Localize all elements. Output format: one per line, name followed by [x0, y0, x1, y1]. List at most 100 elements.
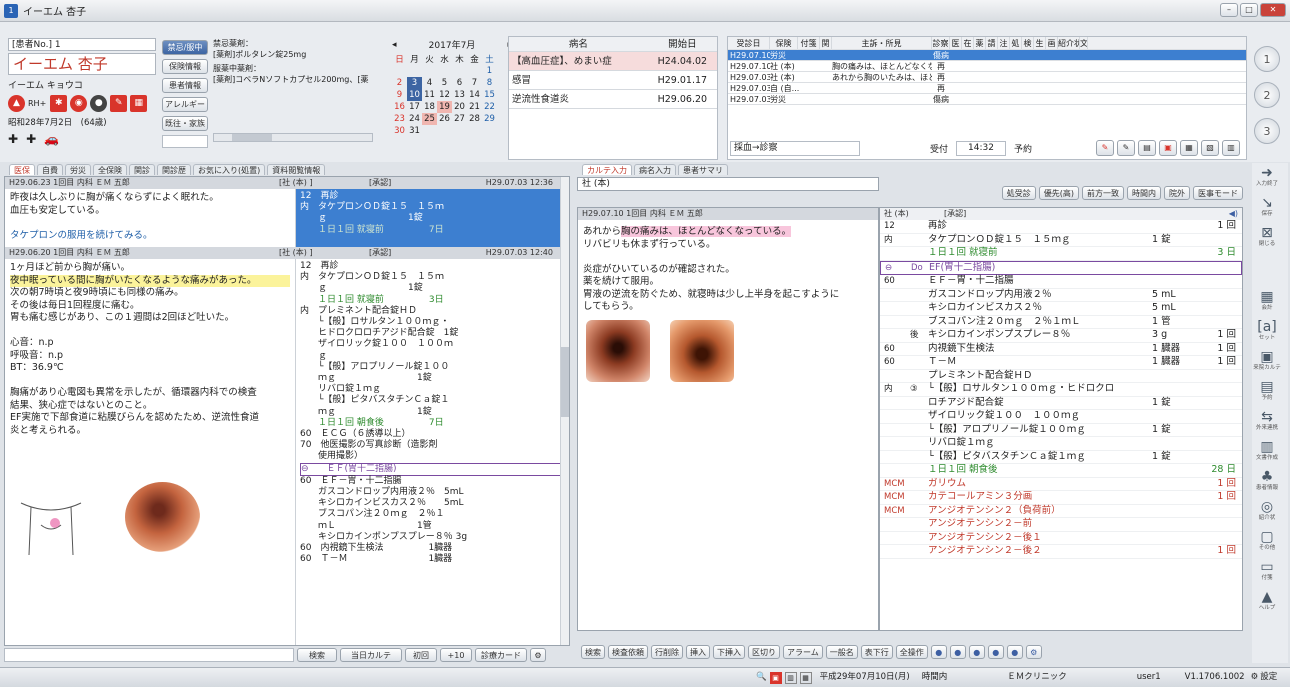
calendar-day[interactable]: 27: [452, 113, 467, 125]
visit-header-cell[interactable]: 画: [1046, 37, 1058, 49]
order-row[interactable]: プレミネント配合錠ＨＤ: [880, 370, 1242, 383]
order-row[interactable]: MCM ガリウム 1 回: [880, 478, 1242, 491]
card-button[interactable]: 診療カード: [475, 648, 527, 662]
order-toolbar-button[interactable]: 優先(高): [1038, 186, 1079, 200]
visit-row[interactable]: H29.07.03社 (本) あれから胸のいたみは、ほとんど... 再: [728, 72, 1246, 83]
diagnosis-row[interactable]: 逆流性食道炎 H29.06.20: [509, 90, 717, 109]
visit-header-cell[interactable]: 処: [1010, 37, 1022, 49]
order-row[interactable]: ザイロリック錠１００ １００ｍｇ: [880, 410, 1242, 424]
visit-header-cell[interactable]: 注: [998, 37, 1010, 49]
print-icon[interactable]: ▥: [1222, 140, 1240, 156]
sidebar-button[interactable]: ▤ 予約: [1252, 379, 1282, 407]
calendar-day[interactable]: 15: [482, 89, 497, 101]
chart-toolbar-button[interactable]: 挿入: [686, 645, 710, 659]
calendar-day[interactable]: 7: [467, 77, 482, 89]
history-tab[interactable]: 関診: [129, 164, 155, 175]
calendar-day[interactable]: 3: [407, 77, 422, 89]
visit-row[interactable]: H29.07.03 労災 傷病: [728, 94, 1246, 105]
calendar-icon[interactable]: ▦: [130, 95, 148, 112]
minimize-button[interactable]: –: [1220, 3, 1238, 17]
status-search-icon[interactable]: 🔍: [756, 668, 767, 687]
order-row[interactable]: ⊖ Do EF(胃十二指腸): [880, 260, 1242, 275]
maximize-button[interactable]: □: [1240, 3, 1258, 17]
patient-memo-field[interactable]: [162, 135, 208, 148]
order-row[interactable]: １日１回 朝食後 28 日: [880, 464, 1242, 478]
chart-toolbar-button[interactable]: 全操作: [895, 645, 928, 659]
status-grid-icon[interactable]: ▦: [799, 671, 812, 684]
order-row[interactable]: 内 ③ └【般】ロサルタン１００ｍｇ・ヒドロクロ: [880, 383, 1242, 397]
history-record-header[interactable]: H29.06.23 1回目 内科 ＥＭ 五郎 [社 (本) ] [承認] H29.07…: [5, 177, 569, 189]
pen-icon[interactable]: ●: [1006, 645, 1023, 659]
endoscopy-image-2[interactable]: [670, 320, 734, 382]
endoscopy-image-1[interactable]: [586, 320, 650, 382]
history-tab[interactable]: 資料閲覧情報: [267, 164, 326, 175]
chart-toolbar-button[interactable]: 行削除: [651, 645, 683, 659]
allergy-button[interactable]: アレルギー: [162, 97, 208, 112]
order-toolbar-button[interactable]: 前方一致: [1082, 186, 1124, 200]
reception-time[interactable]: 14:32: [956, 140, 1007, 156]
calendar-prev-button[interactable]: ◂: [392, 40, 397, 50]
visit-row[interactable]: H29.07.10社 (本) 胸の痛みは、ほとんどなくなって... 再: [728, 61, 1246, 72]
order-row[interactable]: 60 ＥＦ－胃・十二指腸: [880, 275, 1242, 289]
settings-label[interactable]: 設定: [1260, 668, 1277, 687]
edit-icon[interactable]: ✎: [110, 95, 128, 112]
prohibited-button[interactable]: 禁忌/服中: [162, 40, 208, 55]
visit-header-cell[interactable]: 紹介状: [1058, 37, 1080, 49]
visit-header-cell[interactable]: 薬: [974, 37, 986, 49]
order-row[interactable]: 内 タケプロンＯＤ錠１５ １５ｍｇ 1 錠: [880, 234, 1242, 247]
order-row[interactable]: MCM カテコールアミン３分画 1 回: [880, 491, 1242, 505]
sidebar-button[interactable]: ▦ 会計: [1252, 289, 1282, 317]
visit-header-cell[interactable]: 付箋: [798, 37, 820, 49]
order-toolbar-button[interactable]: 処受診: [1001, 186, 1036, 200]
sidebar-button[interactable]: ◎ 紹介状: [1252, 499, 1282, 527]
calendar-day[interactable]: 11: [422, 89, 437, 101]
infection-icon[interactable]: ◉: [70, 95, 88, 112]
sidebar-button[interactable]: ▢ その他: [1252, 529, 1282, 557]
visit-row[interactable]: H29.07.10 労災 傷病: [728, 50, 1246, 61]
order-row[interactable]: アンジオテンシン２－後２ 1 回: [880, 545, 1242, 559]
calendar-day[interactable]: 22: [482, 101, 497, 113]
insurance-tab[interactable]: 社 (本): [577, 177, 879, 191]
history-record-header[interactable]: H29.06.20 1回目 内科 ＥＭ 五郎 [社 (本) ] [承認] H29.07…: [5, 247, 569, 259]
visit-header-cell[interactable]: 請: [986, 37, 998, 49]
chart-input-tab[interactable]: カルテ入力: [582, 164, 632, 175]
order-speaker-icon[interactable]: ◀): [1229, 208, 1238, 220]
visit-header-cell[interactable]: 受診日: [728, 37, 770, 49]
order-row[interactable]: 60 Ｔ－Ｍ 1 臓器 1 回: [880, 356, 1242, 370]
order-row[interactable]: 60 内視鏡下生検法 1 臓器 1 回: [880, 343, 1242, 356]
image-icon[interactable]: ▧: [1201, 140, 1219, 156]
doctor-icon[interactable]: ✎: [1096, 140, 1114, 156]
calendar-day[interactable]: 29: [482, 113, 497, 125]
history-search-button[interactable]: 検索: [297, 648, 337, 662]
order-toolbar-button[interactable]: 院外: [1164, 186, 1190, 200]
visit-header-cell[interactable]: 生: [1034, 37, 1046, 49]
drug-info-scrollbar[interactable]: [213, 133, 373, 142]
chart-note-area[interactable]: H29.07.10 1回目 内科 ＥＭ 五郎 あれから胸の痛みは、ほとんどなくな…: [577, 207, 879, 631]
calendar-day[interactable]: 12: [437, 89, 452, 101]
calendar-day[interactable]: 1: [482, 65, 497, 77]
calendar-day[interactable]: 14: [467, 89, 482, 101]
history-scrollbar[interactable]: [560, 177, 569, 645]
calendar-day[interactable]: 6: [452, 77, 467, 89]
chart-toolbar-button[interactable]: 一般名: [825, 645, 858, 659]
calendar-day[interactable]: 30: [392, 125, 407, 137]
order-row[interactable]: １日１回 就寝前 3 日: [880, 247, 1242, 261]
order-row[interactable]: 後キシロカインポンプスプレー８％ 3 g 1 回: [880, 329, 1242, 343]
calendar-day[interactable]: 24: [407, 113, 422, 125]
calendar-day[interactable]: 20: [452, 101, 467, 113]
sidebar-button[interactable]: ↘ 保存: [1252, 195, 1282, 223]
sidebar-button[interactable]: ⇆ 外来連携: [1252, 409, 1282, 437]
sidebar-button[interactable]: ▭ 付箋: [1252, 559, 1282, 587]
calendar-day[interactable]: 21: [467, 101, 482, 113]
status-page-icon[interactable]: ▣: [769, 671, 782, 684]
visit-header-cell[interactable]: 検: [1022, 37, 1034, 49]
calendar-day[interactable]: 25: [422, 113, 437, 125]
close-button[interactable]: ✕: [1260, 3, 1286, 17]
settings-icon[interactable]: ⚙: [1025, 645, 1042, 659]
download-icon[interactable]: ●: [930, 645, 947, 659]
sidebar-button[interactable]: ▣ 来院カルテ: [1252, 349, 1282, 377]
calendar-day[interactable]: 28: [467, 113, 482, 125]
chart-toolbar-button[interactable]: アラーム: [783, 645, 823, 659]
visit-header-cell[interactable]: 在: [962, 37, 974, 49]
chart-input-tab[interactable]: 病名入力: [634, 164, 676, 175]
